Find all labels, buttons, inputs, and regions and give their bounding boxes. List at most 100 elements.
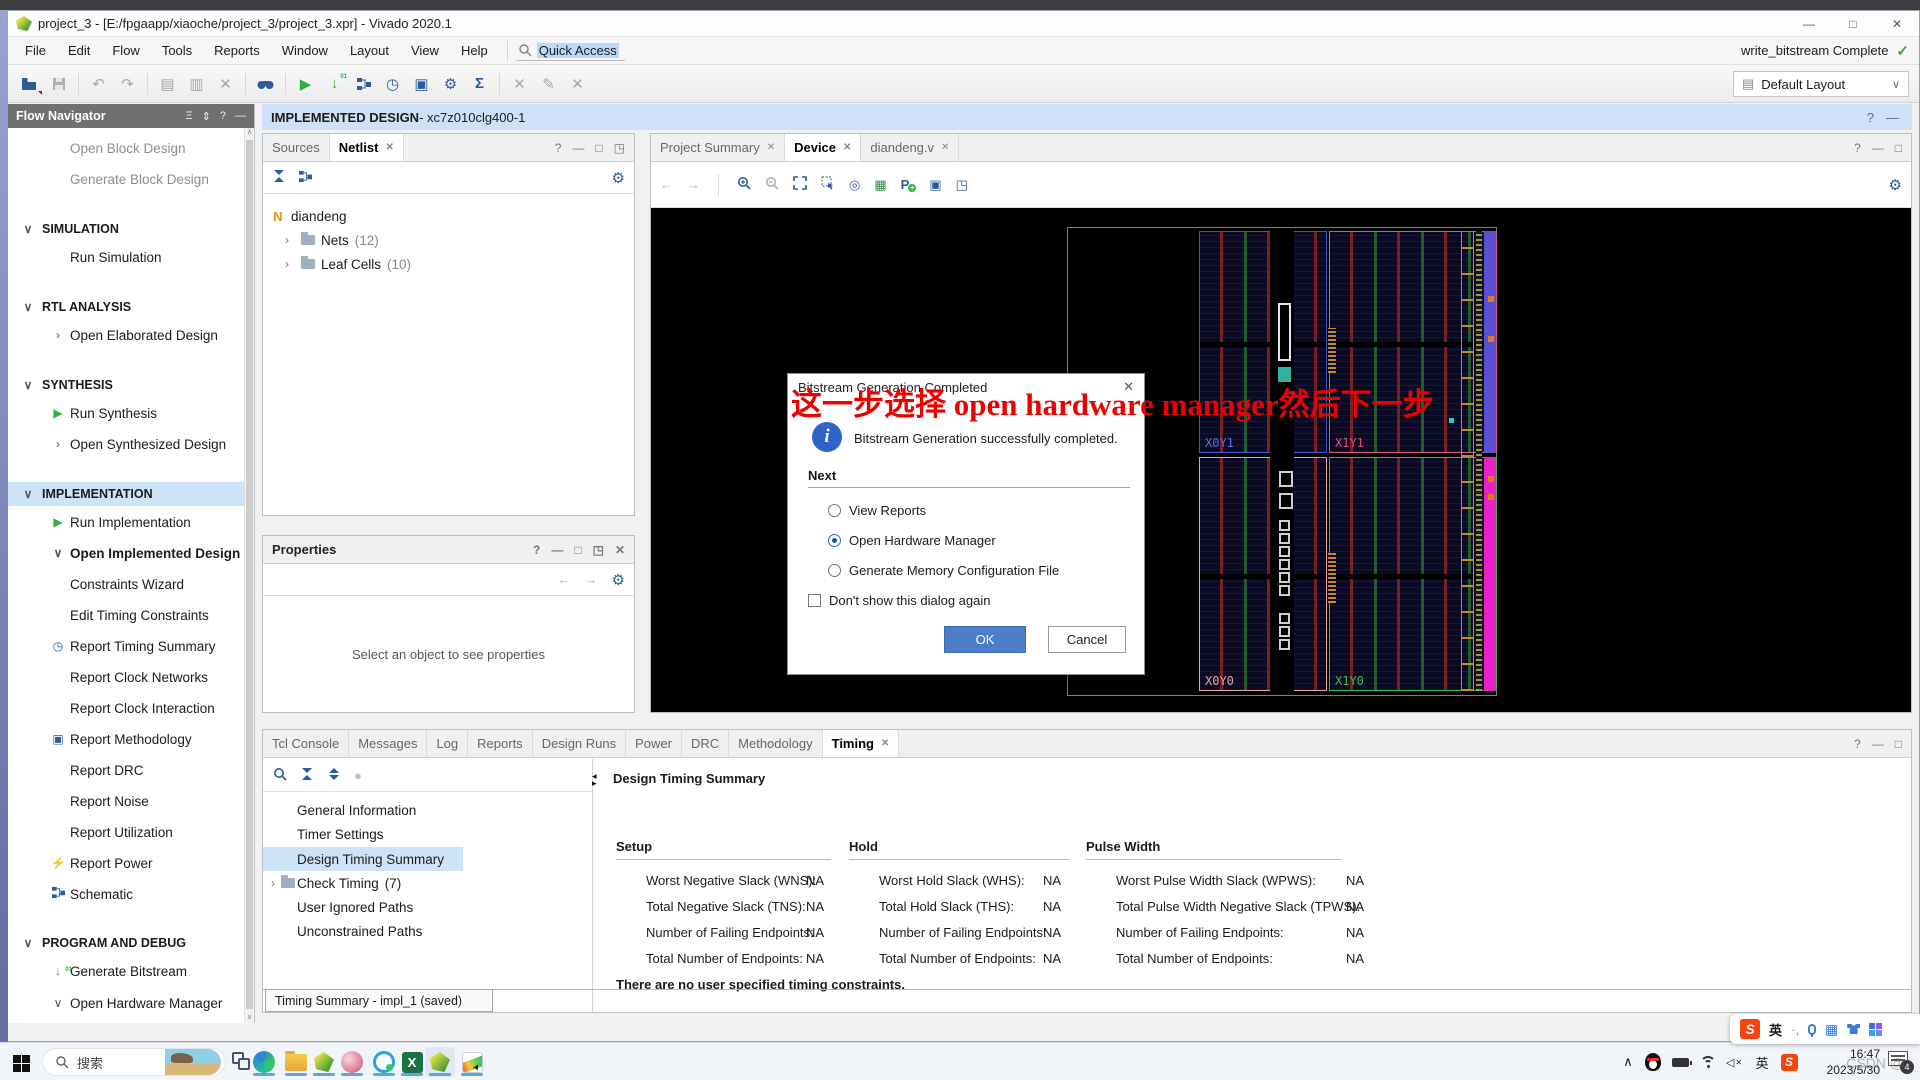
- clock-region-x0y0[interactable]: X0Y0: [1199, 457, 1327, 691]
- volume-tray-icon[interactable]: ◁✕: [1722, 1043, 1746, 1080]
- flow-item-edit-timing-constraints[interactable]: Edit Timing Constraints: [8, 603, 244, 627]
- menu-reports[interactable]: Reports: [203, 37, 271, 64]
- taskbar-app-vivado[interactable]: [309, 1047, 339, 1077]
- flow-item-generate-block-design[interactable]: Generate Block Design: [8, 167, 244, 191]
- menu-help[interactable]: Help: [450, 37, 499, 64]
- radio-icon[interactable]: [828, 504, 841, 517]
- fn-sort-icon[interactable]: ⇕: [202, 110, 211, 123]
- skin-icon[interactable]: [1847, 1024, 1860, 1034]
- fn-menu-icon[interactable]: Ξ: [186, 110, 193, 123]
- generate-bitstream-button[interactable]: ↓01: [321, 71, 348, 97]
- undo-button[interactable]: ↶: [85, 71, 112, 97]
- expand-all-icon[interactable]: [327, 767, 341, 784]
- tab-drc[interactable]: DRC: [682, 730, 729, 757]
- search-highlight-image[interactable]: [165, 1049, 221, 1075]
- flow-item-report-noise[interactable]: Report Noise: [8, 789, 244, 813]
- taskbar-app-browser[interactable]: [369, 1047, 399, 1077]
- resize-view-icon[interactable]: ◳: [956, 177, 968, 193]
- flow-item-report-utilization[interactable]: Report Utilization: [8, 820, 244, 844]
- flow-status[interactable]: write_bitstream Complete ✓: [1741, 42, 1919, 60]
- timing-tree-timer-settings[interactable]: Timer Settings: [263, 822, 590, 846]
- back-arrow-icon[interactable]: ←: [660, 177, 673, 192]
- ime-punctuation-mode[interactable]: ·,: [1791, 1022, 1799, 1037]
- copy-button[interactable]: ▤: [154, 71, 181, 97]
- flow-section-rtl-analysis[interactable]: ∨RTL ANALYSIS: [8, 295, 244, 319]
- flow-item-report-clock-networks[interactable]: Report Clock Networks: [8, 665, 244, 689]
- close-icon[interactable]: ✕: [843, 142, 851, 153]
- flow-item-open-synthesized-design[interactable]: ›Open Synthesized Design: [8, 432, 244, 456]
- minimize-icon[interactable]: —: [551, 543, 563, 557]
- menu-tools[interactable]: Tools: [151, 37, 203, 64]
- taskbar-app-vivado-active[interactable]: [425, 1047, 455, 1077]
- battery-tray-icon[interactable]: [1668, 1043, 1692, 1080]
- netlist-leaf-cells[interactable]: ›Leaf Cells(10): [263, 252, 634, 276]
- tab-device[interactable]: Device✕: [785, 134, 861, 161]
- window-view-icon[interactable]: ▣: [929, 177, 941, 193]
- forward-arrow-icon[interactable]: →: [687, 177, 700, 192]
- timing-tree-unconstrained-paths[interactable]: Unconstrained Paths: [263, 919, 590, 943]
- delete-button[interactable]: ✕: [212, 71, 239, 97]
- maximize-button[interactable]: □: [1831, 11, 1875, 36]
- qq-tray-icon[interactable]: [1642, 1043, 1664, 1080]
- ok-button[interactable]: OK: [944, 626, 1026, 653]
- cancel-button[interactable]: Cancel: [1048, 626, 1126, 653]
- flow-item-open-hardware-manager[interactable]: ∨Open Hardware Manager: [8, 991, 244, 1015]
- radio-selected-icon[interactable]: [828, 534, 841, 547]
- timing-tree-design-timing-summary[interactable]: Design Timing Summary: [263, 847, 463, 871]
- help-icon[interactable]: ?: [1854, 737, 1861, 751]
- minimize-icon[interactable]: —: [1872, 737, 1884, 751]
- radio-open-hardware-manager[interactable]: Open Hardware Manager: [828, 530, 996, 550]
- edit-tool-button[interactable]: ✎: [535, 71, 562, 97]
- back-arrow-icon[interactable]: ←: [558, 572, 571, 587]
- flow-item-run-implementation[interactable]: ▶Run Implementation: [8, 510, 244, 534]
- zoom-fit-icon[interactable]: [793, 176, 807, 193]
- gear-icon[interactable]: ⚙: [612, 571, 625, 589]
- checkbox-icon[interactable]: [808, 594, 821, 607]
- forward-arrow-icon[interactable]: →: [585, 572, 598, 587]
- tab-netlist[interactable]: Netlist✕: [330, 134, 404, 161]
- paste-button[interactable]: ▥: [183, 71, 210, 97]
- sogou-icon[interactable]: S: [1740, 1019, 1760, 1039]
- float-icon[interactable]: ◳: [593, 543, 604, 557]
- gear-icon[interactable]: ⚙: [1889, 176, 1902, 194]
- taskbar-search[interactable]: 搜索: [42, 1048, 226, 1076]
- help-icon[interactable]: ?: [1854, 141, 1861, 155]
- radio-icon[interactable]: [828, 564, 841, 577]
- settings-button[interactable]: ⚙: [437, 71, 464, 97]
- menu-file[interactable]: File: [14, 37, 57, 64]
- wifi-tray-icon[interactable]: [1698, 1043, 1718, 1080]
- radio-generate-memory-configuration-file[interactable]: Generate Memory Configuration File: [828, 560, 1059, 580]
- menu-flow[interactable]: Flow: [101, 37, 150, 64]
- ime-language-tray[interactable]: 英: [1752, 1043, 1772, 1080]
- help-icon[interactable]: ?: [533, 543, 540, 557]
- schematic-icon[interactable]: [298, 170, 313, 186]
- minimize-icon[interactable]: —: [1886, 110, 1899, 125]
- tab-messages[interactable]: Messages: [349, 730, 427, 757]
- menu-edit[interactable]: Edit: [57, 37, 101, 64]
- fn-minimize-icon[interactable]: —: [235, 110, 246, 123]
- close-icon[interactable]: ✕: [615, 543, 625, 557]
- tab-sources[interactable]: Sources: [263, 134, 330, 161]
- taskbar-app-edge[interactable]: [249, 1047, 279, 1077]
- close-icon[interactable]: ✕: [881, 738, 889, 749]
- maximize-icon[interactable]: □: [595, 141, 602, 155]
- flow-item-report-drc[interactable]: Report DRC: [8, 758, 244, 782]
- cut-tool-button[interactable]: ✕: [506, 71, 533, 97]
- find-button[interactable]: [252, 71, 279, 97]
- netlist-root[interactable]: Ndiandeng: [263, 204, 634, 228]
- report-methodology-button[interactable]: ▣: [408, 71, 435, 97]
- maximize-icon[interactable]: □: [1895, 141, 1902, 155]
- search-icon[interactable]: [273, 767, 287, 784]
- tab-project-summary[interactable]: Project Summary✕: [651, 134, 785, 161]
- zoom-out-icon[interactable]: [765, 176, 779, 193]
- save-button[interactable]: [45, 71, 72, 97]
- flow-item-schematic[interactable]: Schematic: [8, 882, 244, 906]
- maximize-icon[interactable]: □: [574, 543, 581, 557]
- help-icon[interactable]: ?: [555, 141, 562, 155]
- sogou-tray-icon[interactable]: S: [1778, 1043, 1800, 1080]
- microphone-icon[interactable]: [1808, 1024, 1816, 1035]
- tab-power[interactable]: Power: [626, 730, 682, 757]
- help-icon[interactable]: ?: [1867, 110, 1874, 125]
- radio-view-reports[interactable]: View Reports: [828, 500, 926, 520]
- minimize-icon[interactable]: —: [572, 141, 584, 155]
